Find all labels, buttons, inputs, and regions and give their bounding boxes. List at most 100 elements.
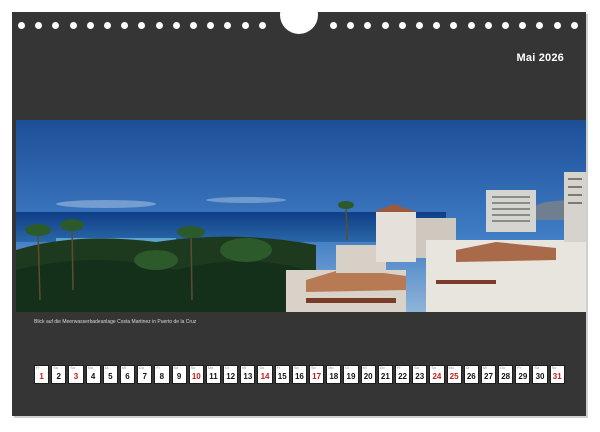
day-cell: Mi 13 xyxy=(240,365,256,384)
day-number: 22 xyxy=(398,372,407,381)
weekday-label: So xyxy=(190,366,196,370)
day-cell: Mi 6 xyxy=(119,365,136,384)
circle-hole-icon xyxy=(536,22,544,29)
day-cell: Mo 4 xyxy=(85,365,101,384)
circle-hole-icon xyxy=(155,22,163,29)
day-cell: Di 26 xyxy=(463,365,479,384)
weekday-label: Mi xyxy=(362,366,367,370)
weekday-label: Fr xyxy=(517,366,521,370)
weekday-label: Mo xyxy=(328,366,334,370)
weekday-label: Fr xyxy=(396,366,401,370)
day-number: 31 xyxy=(552,372,562,381)
day-cell: Di 12 xyxy=(223,365,239,384)
weekday-label: Di xyxy=(465,366,470,370)
day-number: 15 xyxy=(277,372,287,381)
weekday-label: Sa xyxy=(173,366,179,370)
day-number: 1 xyxy=(39,372,44,381)
weekday-label: Fr xyxy=(156,366,160,370)
day-number: 2 xyxy=(56,372,61,381)
circle-hole-icon xyxy=(416,22,423,29)
circle-hole-icon xyxy=(484,22,492,29)
weekday-label: Sa xyxy=(53,366,58,370)
circle-hole-icon xyxy=(347,22,355,29)
weekday-label: Sa xyxy=(534,366,540,370)
weekday-label: Mo xyxy=(448,366,454,370)
day-number: 3 xyxy=(73,372,79,381)
weekday-label: Di xyxy=(345,366,349,370)
weekday-label: Do xyxy=(259,366,265,370)
circle-hole-icon xyxy=(224,22,232,29)
day-cell: Sa 30 xyxy=(532,365,548,384)
day-cell: Sa 23 xyxy=(412,365,428,384)
panorama-image xyxy=(16,120,586,312)
day-cell: Mo 25 xyxy=(446,365,462,384)
day-number: 11 xyxy=(209,372,218,381)
circle-hole-icon xyxy=(52,22,60,29)
weekday-label: Do xyxy=(139,366,144,370)
day-number: 28 xyxy=(501,372,511,381)
day-cell: Do 28 xyxy=(498,365,514,384)
circle-hole-icon xyxy=(553,22,561,29)
circle-hole-icon xyxy=(104,22,111,29)
circle-hole-icon xyxy=(330,22,337,29)
weekday-label: So xyxy=(70,366,76,370)
day-cell: Fr 15 xyxy=(274,365,290,384)
day-number: 13 xyxy=(243,372,253,381)
weekday-label: Di xyxy=(225,366,229,370)
day-number: 5 xyxy=(108,372,113,381)
day-number: 21 xyxy=(380,372,390,381)
day-strip: Fr 1 Sa 2 So 3 Mo 4 Di 5 Mi 6 Do 7 Fr 8 Sa 9 So 10 Mo 11 Di 12 M… xyxy=(34,365,565,384)
weekday-label: Sa xyxy=(293,366,299,370)
day-number: 19 xyxy=(346,372,356,381)
circle-hole-icon xyxy=(433,22,441,29)
day-number: 25 xyxy=(449,372,459,381)
day-cell: Fr 29 xyxy=(515,365,531,384)
day-number: 4 xyxy=(90,372,96,381)
weekday-label: Mi xyxy=(121,366,126,370)
day-cell: Mo 11 xyxy=(205,365,222,384)
day-number: 23 xyxy=(415,372,425,381)
circle-hole-icon xyxy=(69,22,77,29)
calendar-photo xyxy=(16,120,586,312)
circle-hole-icon xyxy=(138,22,146,29)
day-number: 9 xyxy=(176,372,182,381)
day-number: 7 xyxy=(142,372,147,381)
day-number: 18 xyxy=(329,372,339,381)
weekday-label: Di xyxy=(104,366,109,370)
weekday-label: Fr xyxy=(276,366,281,370)
day-cell: Do 21 xyxy=(377,365,393,384)
day-number: 26 xyxy=(466,372,476,381)
circle-hole-icon xyxy=(35,22,43,29)
circle-hole-icon xyxy=(190,22,197,29)
day-cell: Do 7 xyxy=(137,365,153,384)
day-cell: Do 14 xyxy=(257,365,273,384)
day-cell: So 31 xyxy=(549,365,565,384)
circle-hole-icon xyxy=(467,22,475,29)
day-number: 17 xyxy=(312,372,322,381)
circle-hole-icon xyxy=(241,22,249,29)
circle-hole-icon xyxy=(502,22,509,29)
weekday-label: Do xyxy=(500,366,505,370)
weekday-label: Mo xyxy=(87,366,93,370)
day-cell: Fr 22 xyxy=(394,365,411,384)
circle-hole-icon xyxy=(381,22,389,29)
day-cell: So 3 xyxy=(68,365,84,384)
day-cell: So 10 xyxy=(188,365,204,384)
weekday-label: So xyxy=(311,366,316,370)
day-cell: Di 5 xyxy=(102,365,118,384)
circle-hole-icon xyxy=(398,22,406,29)
calendar-page: Mai 2026 Blick auf die Meerwasserbadeanl… xyxy=(12,12,586,416)
weekday-label: So xyxy=(551,366,557,370)
day-number: 29 xyxy=(518,372,528,381)
day-cell: Fr 8 xyxy=(154,365,170,384)
circle-hole-icon xyxy=(172,22,180,29)
day-number: 20 xyxy=(363,372,373,381)
circle-hole-icon xyxy=(364,22,372,29)
circle-hole-icon xyxy=(450,22,458,29)
day-cell: Sa 2 xyxy=(51,365,67,384)
day-cell: Mo 18 xyxy=(326,365,342,384)
circle-hole-icon xyxy=(18,22,25,29)
circle-hole-icon xyxy=(207,22,215,29)
day-cell: Fr 1 xyxy=(34,365,50,384)
photo-caption: Blick auf die Meerwasserbadeanlage Costa… xyxy=(34,319,197,325)
